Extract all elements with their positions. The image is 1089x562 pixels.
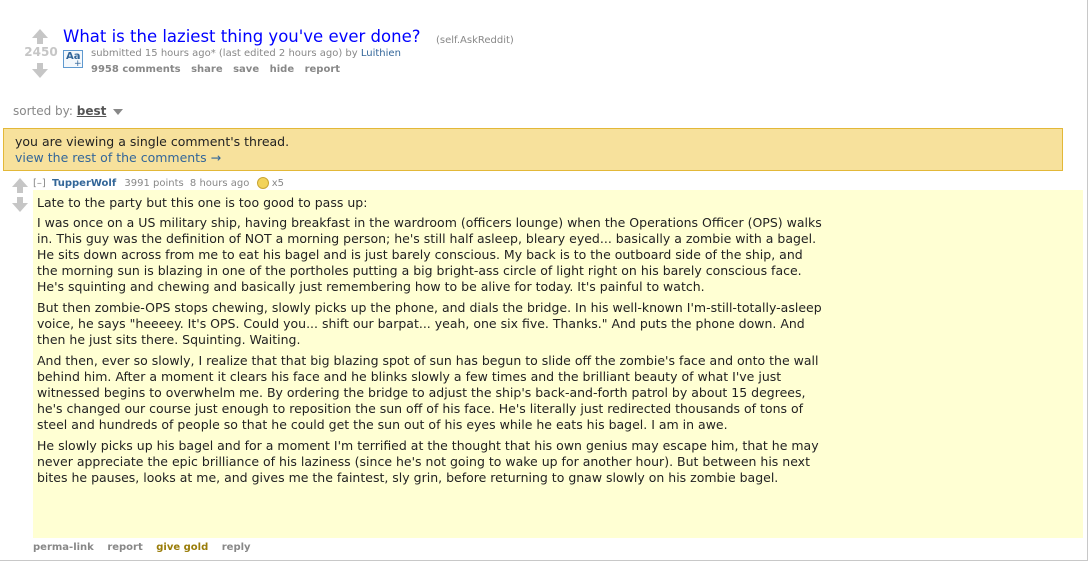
- self-post-thumbnail-icon[interactable]: Aa +: [63, 50, 83, 69]
- notice-text: you are viewing a single comment's threa…: [15, 134, 290, 149]
- share-button[interactable]: share: [191, 64, 223, 75]
- post-upvote-icon[interactable]: [32, 29, 48, 38]
- collapse-toggle[interactable]: [–]: [33, 178, 46, 189]
- hide-button[interactable]: hide: [270, 64, 295, 75]
- report-button[interactable]: report: [305, 64, 340, 75]
- comment-time: 8 hours ago: [189, 178, 250, 189]
- single-thread-notice: you are viewing a single comment's threa…: [3, 128, 1063, 171]
- post-downvote-icon[interactable]: [32, 69, 48, 78]
- comments-button[interactable]: 9958 comments: [91, 64, 181, 75]
- comment-author-link[interactable]: TupperWolf: [52, 178, 116, 189]
- comment-paragraph: I was once on a US military ship, having…: [37, 215, 822, 294]
- comment-body: Late to the party but this one is too go…: [33, 190, 1083, 538]
- post-domain[interactable]: (self.AskReddit): [436, 35, 514, 46]
- gilded-star-icon: [256, 177, 269, 189]
- comment-paragraph: And then, ever so slowly, I realize that…: [37, 353, 819, 432]
- post-buttons: 9958 comments share save hide report: [91, 64, 347, 75]
- comment-points: 3991 points: [124, 178, 184, 189]
- give-gold-button[interactable]: give gold: [156, 542, 208, 553]
- comment-paragraph: But then zombie-OPS stops chewing, slowl…: [37, 300, 822, 347]
- save-button[interactable]: save: [233, 64, 259, 75]
- comment-upvote-stem: [17, 187, 23, 193]
- gilded-count: x5: [271, 178, 285, 189]
- view-rest-link[interactable]: view the rest of the comments →: [15, 150, 1051, 166]
- post-score: 2450: [24, 45, 58, 59]
- sort-caret-icon[interactable]: [113, 108, 124, 115]
- post-tagline: submitted 15 hours ago* (last edited 2 h…: [91, 48, 401, 59]
- post-author-link[interactable]: Luithien: [361, 48, 401, 59]
- comment-paragraph: He slowly picks up his bagel and for a m…: [37, 438, 819, 485]
- comment-upvote-icon[interactable]: [12, 178, 28, 187]
- reply-button[interactable]: reply: [222, 542, 251, 553]
- comment-tagline: [–] TupperWolf 3991 points 8 hours ago x…: [33, 177, 284, 189]
- sort-label: sorted by:: [13, 104, 73, 118]
- permalink-button[interactable]: perma-link: [33, 542, 94, 553]
- comment-report-button[interactable]: report: [107, 542, 142, 553]
- tagline-text: submitted 15 hours ago* (last edited 2 h…: [91, 48, 358, 59]
- post-title[interactable]: What is the laziest thing you've ever do…: [63, 27, 420, 46]
- post-upvote-stem: [37, 38, 43, 44]
- thumbnail-plus: +: [74, 59, 82, 69]
- sort-bar: sorted by: best: [13, 104, 124, 118]
- comment-downvote-icon[interactable]: [12, 203, 28, 212]
- comment-lead: Late to the party but this one is too go…: [37, 195, 368, 210]
- sort-dropdown[interactable]: best: [77, 104, 107, 118]
- comment-buttons: perma-link report give gold reply: [33, 542, 261, 553]
